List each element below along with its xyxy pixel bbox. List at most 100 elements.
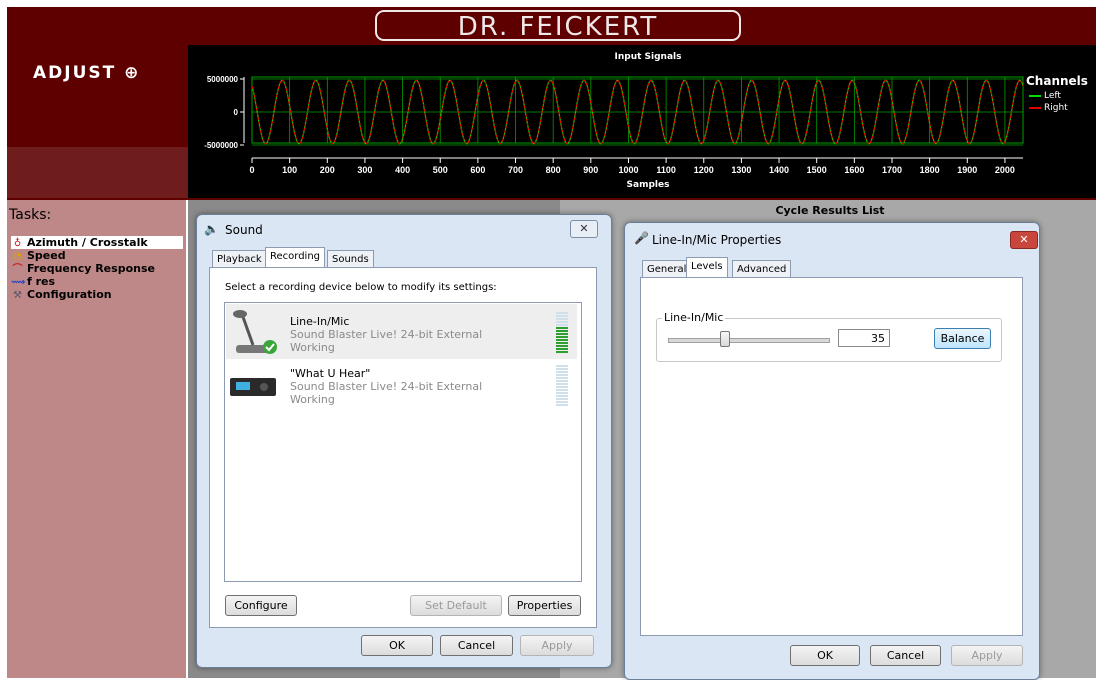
meter-bar	[556, 318, 568, 320]
properties-dialog-title: Line-In/Mic Properties	[652, 233, 782, 247]
adjust-button[interactable]: ADJUST ⊕	[33, 63, 140, 83]
properties-cancel-button[interactable]: Cancel	[870, 645, 941, 666]
level-meter	[556, 365, 568, 407]
chart-title: Input Signals	[614, 52, 682, 62]
properties-apply-button[interactable]: Apply	[951, 645, 1023, 666]
tab-advanced[interactable]: Advanced	[732, 260, 792, 278]
meter-bar	[556, 392, 568, 394]
properties-close-button[interactable]: ✕	[1010, 231, 1038, 249]
sound-dialog-title: Sound	[225, 223, 263, 237]
x-tick-label: 1300	[731, 165, 751, 175]
device-description: Sound Blaster Live! 24-bit External	[290, 380, 483, 393]
task-label: Configuration	[27, 288, 112, 301]
x-tick-label: 1900	[957, 165, 977, 175]
x-tick-label: 800	[546, 165, 561, 175]
level-slider-thumb[interactable]	[720, 331, 730, 347]
sound-cancel-button[interactable]: Cancel	[440, 635, 513, 656]
brand-logo: DR. FEICKERT ANALOGUE	[375, 10, 741, 73]
device-status: Working	[290, 341, 335, 354]
meter-bar	[556, 345, 568, 347]
x-tick-label: 1200	[694, 165, 714, 175]
x-tick-label: 400	[395, 165, 410, 175]
sound-card-icon	[228, 374, 280, 400]
legend-title: Channels	[1026, 74, 1088, 88]
level-meter	[556, 312, 568, 354]
meter-bar	[556, 339, 568, 341]
meter-bar	[556, 380, 568, 382]
close-icon: ✕	[579, 222, 589, 235]
legend-entry-right: Right	[1029, 103, 1068, 113]
x-tick-label: 1400	[769, 165, 789, 175]
properties-ok-button[interactable]: OK	[790, 645, 860, 666]
device-name: "What U Hear"	[290, 367, 371, 380]
chart-canvas: 0 100 200 300 400 500 600 700 800 900 1000 1100 1200…	[204, 75, 1024, 175]
tab-sounds[interactable]: Sounds	[327, 250, 374, 268]
task-label: Speed	[27, 249, 66, 262]
meter-bar	[556, 377, 568, 379]
x-tick-label: 1100	[656, 165, 676, 175]
sound-close-button[interactable]: ✕	[570, 220, 598, 238]
tab-playback[interactable]: Playback	[212, 250, 267, 268]
meter-bar	[556, 365, 568, 367]
balance-button[interactable]: Balance	[934, 328, 991, 349]
level-value-field[interactable]: 35	[838, 329, 890, 347]
device-description: Sound Blaster Live! 24-bit External	[290, 328, 483, 341]
y-tick-label: 5000000	[207, 75, 239, 84]
y-tick-label: -5000000	[204, 141, 238, 150]
meter-bar	[556, 333, 568, 335]
meter-bar	[556, 342, 568, 344]
x-tick-label: 200	[320, 165, 335, 175]
x-tick-label: 0	[249, 165, 254, 175]
meter-bar	[556, 398, 568, 400]
microphone-small-icon: 🎤	[634, 231, 649, 245]
input-signals-chart: 0 100 200 300 400 500 600 700 800 900 1000 1100 1200…	[188, 45, 1096, 198]
meter-bar	[556, 351, 568, 353]
meter-bar	[556, 312, 568, 314]
speaker-icon: 🔈	[204, 222, 219, 236]
meter-bar	[556, 321, 568, 323]
tab-general[interactable]: General	[642, 260, 692, 278]
sound-apply-button[interactable]: Apply	[520, 635, 594, 656]
meter-bar	[556, 315, 568, 317]
meter-bar	[556, 336, 568, 338]
line-in-group-label: Line-In/Mic	[662, 311, 726, 324]
x-tick-label: 1500	[807, 165, 827, 175]
task-speed[interactable]: ◔ Speed	[11, 249, 183, 262]
configure-button[interactable]: Configure	[225, 595, 297, 616]
properties-button[interactable]: Properties	[508, 595, 581, 616]
legend-label-right: Right	[1044, 103, 1068, 113]
task-frequency-response[interactable]: ⌒ Frequency Response	[11, 262, 183, 275]
task-f-res[interactable]: ⟿ f res	[11, 275, 183, 288]
task-label: Azimuth / Crosstalk	[27, 236, 148, 249]
task-label: f res	[27, 275, 56, 288]
recording-instruction: Select a recording device below to modif…	[225, 282, 497, 293]
set-default-button[interactable]: Set Default	[410, 595, 502, 616]
meter-bar	[556, 368, 568, 370]
legend-swatch-right	[1029, 106, 1041, 109]
x-tick-label: 100	[282, 165, 297, 175]
meter-bar	[556, 383, 568, 385]
x-tick-label: 300	[357, 165, 372, 175]
task-configuration[interactable]: ⚒ Configuration	[11, 288, 183, 301]
meter-bar	[556, 404, 568, 406]
adjust-panel-lower	[7, 147, 188, 198]
meter-bar	[556, 386, 568, 388]
tab-levels[interactable]: Levels	[686, 257, 728, 278]
microphone-icon	[228, 307, 280, 355]
x-tick-label: 600	[470, 165, 485, 175]
x-tick-label: 700	[508, 165, 523, 175]
task-label: Frequency Response	[27, 262, 155, 275]
y-tick-label: 0	[234, 108, 239, 117]
meter-bar	[556, 395, 568, 397]
x-tick-label: 1800	[920, 165, 940, 175]
x-tick-label: 900	[583, 165, 598, 175]
meter-bar	[556, 401, 568, 403]
meter-bar	[556, 348, 568, 350]
meter-bar	[556, 330, 568, 332]
task-azimuth-crosstalk[interactable]: ♁ Azimuth / Crosstalk	[11, 236, 183, 249]
close-icon: ✕	[1019, 233, 1029, 246]
sound-ok-button[interactable]: OK	[361, 635, 433, 656]
tab-recording[interactable]: Recording	[265, 247, 326, 268]
device-name: Line-In/Mic	[290, 315, 350, 328]
level-slider-track[interactable]	[668, 338, 830, 343]
